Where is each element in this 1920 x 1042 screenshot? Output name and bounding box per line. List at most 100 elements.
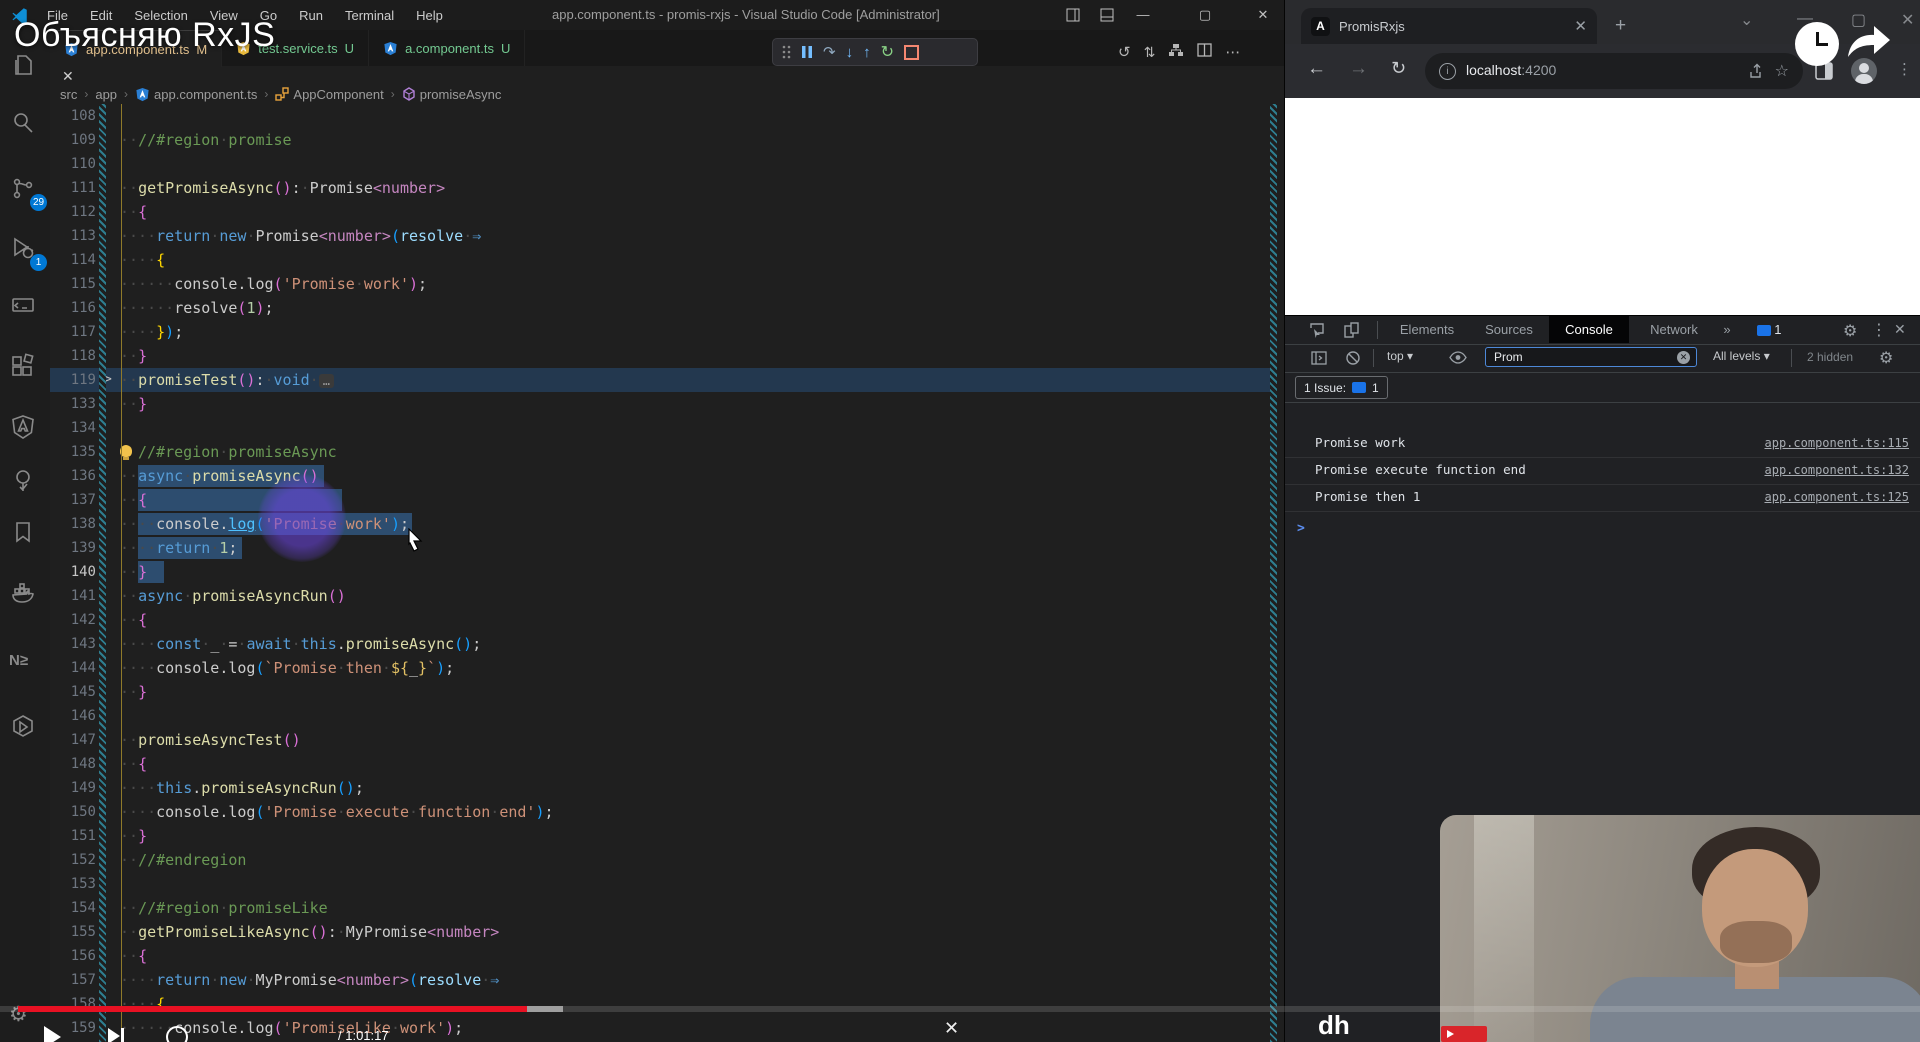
code-line-148[interactable]: 148··{: [50, 752, 1276, 776]
issues-chip[interactable]: 1 Issue: 1: [1295, 376, 1388, 399]
forward-icon[interactable]: →: [1349, 58, 1368, 80]
code-line-114[interactable]: 114····{: [50, 248, 1276, 272]
sidebar-item-run-and-debug[interactable]: 1: [9, 235, 41, 267]
code-line-118[interactable]: 118··}: [50, 344, 1276, 368]
code-line-145[interactable]: 145··}: [50, 680, 1276, 704]
breadcrumb-item-AppComponent[interactable]: AppComponent: [275, 87, 383, 102]
sidebar-item-bookmarks[interactable]: [9, 519, 41, 551]
code-line-147[interactable]: 147··promiseAsyncTest(): [50, 728, 1276, 752]
volume-icon[interactable]: [166, 1026, 188, 1042]
code-line-143[interactable]: 143····const·_·=·await·this.promiseAsync…: [50, 632, 1276, 656]
sidebar-item-explorer[interactable]: [9, 52, 41, 84]
sidebar-item-angular[interactable]: [9, 413, 41, 445]
code-line-153[interactable]: 153: [50, 872, 1276, 896]
minimize-button[interactable]: —: [1128, 0, 1158, 30]
console-filter-input[interactable]: [1492, 349, 1677, 365]
menu-terminal[interactable]: Terminal: [334, 8, 405, 23]
chrome-menu-chevron-icon[interactable]: ⌄: [1740, 10, 1753, 30]
menu-help[interactable]: Help: [405, 8, 454, 23]
code-line-152[interactable]: 152··//#endregion: [50, 848, 1276, 872]
code-line-154[interactable]: 154··//#region·promiseLike: [50, 896, 1276, 920]
stop-icon[interactable]: [904, 45, 919, 60]
video-progress-bar[interactable]: [0, 1006, 1920, 1012]
chrome-close-button[interactable]: ✕: [1901, 10, 1914, 30]
chrome-kebab-menu-icon[interactable]: ⋮: [1897, 60, 1912, 78]
sidebar-item-search[interactable]: [9, 109, 41, 141]
share-video-icon[interactable]: [1846, 24, 1892, 60]
code-line-140[interactable]: 140··}: [50, 560, 1276, 584]
code-line-134[interactable]: 134: [50, 416, 1276, 440]
devtools-tab-sources[interactable]: Sources: [1477, 316, 1541, 343]
sidebar-item-remote[interactable]: [9, 292, 41, 324]
step-into-icon[interactable]: ↓: [846, 44, 854, 61]
maximize-button[interactable]: ▢: [1190, 0, 1220, 30]
avatar[interactable]: [1851, 58, 1877, 84]
device-toolbar-icon[interactable]: [1343, 322, 1360, 339]
back-icon[interactable]: ←: [1307, 58, 1326, 80]
bookmark-star-icon[interactable]: ☆: [1775, 61, 1789, 81]
step-out-icon[interactable]: ↑: [863, 44, 871, 61]
swap-icon[interactable]: ⇅: [1144, 44, 1156, 61]
toggle-panel-icon[interactable]: [1058, 0, 1088, 30]
clear-console-icon[interactable]: [1345, 350, 1361, 366]
code-line-158[interactable]: 158····{: [50, 992, 1276, 1016]
split-editor-icon[interactable]: [1197, 43, 1212, 61]
code-line-141[interactable]: 141··async·promiseAsyncRun(): [50, 584, 1276, 608]
sitemap-icon[interactable]: [1168, 43, 1184, 61]
console-sidebar-icon[interactable]: [1311, 350, 1327, 366]
code-line-110[interactable]: 110: [50, 152, 1276, 176]
inspect-element-icon[interactable]: [1309, 322, 1326, 339]
code-line-138[interactable]: 138····console.log('Promise·work');: [50, 512, 1276, 536]
code-line-113[interactable]: 113····return·new·Promise<number>(resolv…: [50, 224, 1276, 248]
breadcrumb-item-src[interactable]: src: [60, 87, 77, 102]
site-info-icon[interactable]: i: [1439, 63, 1456, 80]
code-line-142[interactable]: 142··{: [50, 608, 1276, 632]
subscribe-badge[interactable]: [1441, 1026, 1487, 1042]
customize-layout-icon[interactable]: [1092, 0, 1122, 30]
browser-tab[interactable]: A PromisRxjs ✕: [1301, 8, 1597, 44]
code-editor[interactable]: 108109··//#region·promise110111··getProm…: [50, 104, 1276, 1042]
menu-run[interactable]: Run: [288, 8, 334, 23]
restart-icon[interactable]: ↻: [881, 42, 894, 62]
breadcrumb-item-app[interactable]: app: [95, 87, 117, 102]
console-message-source-link[interactable]: app.component.ts:132: [1765, 457, 1910, 483]
console-prompt-chevron[interactable]: >: [1297, 519, 1305, 539]
log-levels-dropdown[interactable]: All levels ▾: [1713, 349, 1770, 363]
pause-icon[interactable]: [801, 45, 813, 59]
address-bar[interactable]: i localhost:4200 ☆: [1425, 53, 1803, 89]
code-line-139[interactable]: 139····return·1;: [50, 536, 1276, 560]
code-line-135[interactable]: 135//#region·promiseAsync: [50, 440, 1276, 464]
devtools-close-icon[interactable]: ✕: [1894, 321, 1906, 338]
more-actions-icon[interactable]: ⋯: [1225, 43, 1240, 61]
drag-handle-icon[interactable]: [781, 44, 791, 60]
tab-a.component.ts[interactable]: a.component.tsU: [369, 30, 525, 66]
code-line-144[interactable]: 144····console.log(`Promise·then·${_}`);: [50, 656, 1276, 680]
sidebar-item-testing[interactable]: [9, 467, 41, 499]
breadcrumb-item-app.component.ts[interactable]: app.component.ts: [135, 87, 257, 102]
breadcrumb-item-promiseAsync[interactable]: promiseAsync: [402, 87, 502, 102]
overlay-x-icon[interactable]: ✕: [944, 1018, 959, 1039]
code-line-156[interactable]: 156··{: [50, 944, 1276, 968]
devtools-tab-console[interactable]: Console: [1549, 316, 1629, 343]
overview-ruler[interactable]: [1270, 104, 1277, 1042]
more-tabs-icon[interactable]: »: [1717, 316, 1737, 343]
code-line-115[interactable]: 115······console.log('Promise·work');: [50, 272, 1276, 296]
code-line-136[interactable]: 136··async·promiseAsync(): [50, 464, 1276, 488]
code-line-137[interactable]: 137··{: [50, 488, 1276, 512]
new-tab-button[interactable]: +: [1615, 15, 1626, 37]
overlay-close-icon[interactable]: ✕: [62, 68, 74, 85]
console-message-source-link[interactable]: app.component.ts:125: [1765, 484, 1910, 510]
code-line-116[interactable]: 116······resolve(1);: [50, 296, 1276, 320]
sidebar-item-nx-console[interactable]: [9, 713, 41, 745]
sidebar-item-extensions[interactable]: [9, 353, 41, 385]
devtools-tab-network[interactable]: Network: [1641, 316, 1707, 343]
watch-later-icon[interactable]: [1795, 22, 1839, 66]
context-selector[interactable]: top ▾: [1387, 349, 1413, 363]
console-message-source-link[interactable]: app.component.ts:115: [1765, 430, 1910, 456]
play-icon[interactable]: [44, 1026, 61, 1042]
share-icon[interactable]: [1749, 63, 1765, 79]
live-expression-eye-icon[interactable]: [1449, 351, 1467, 364]
code-line-157[interactable]: 157····return·new·MyPromise<number>(reso…: [50, 968, 1276, 992]
code-line-146[interactable]: 146: [50, 704, 1276, 728]
devtools-tab-elements[interactable]: Elements: [1389, 316, 1465, 343]
